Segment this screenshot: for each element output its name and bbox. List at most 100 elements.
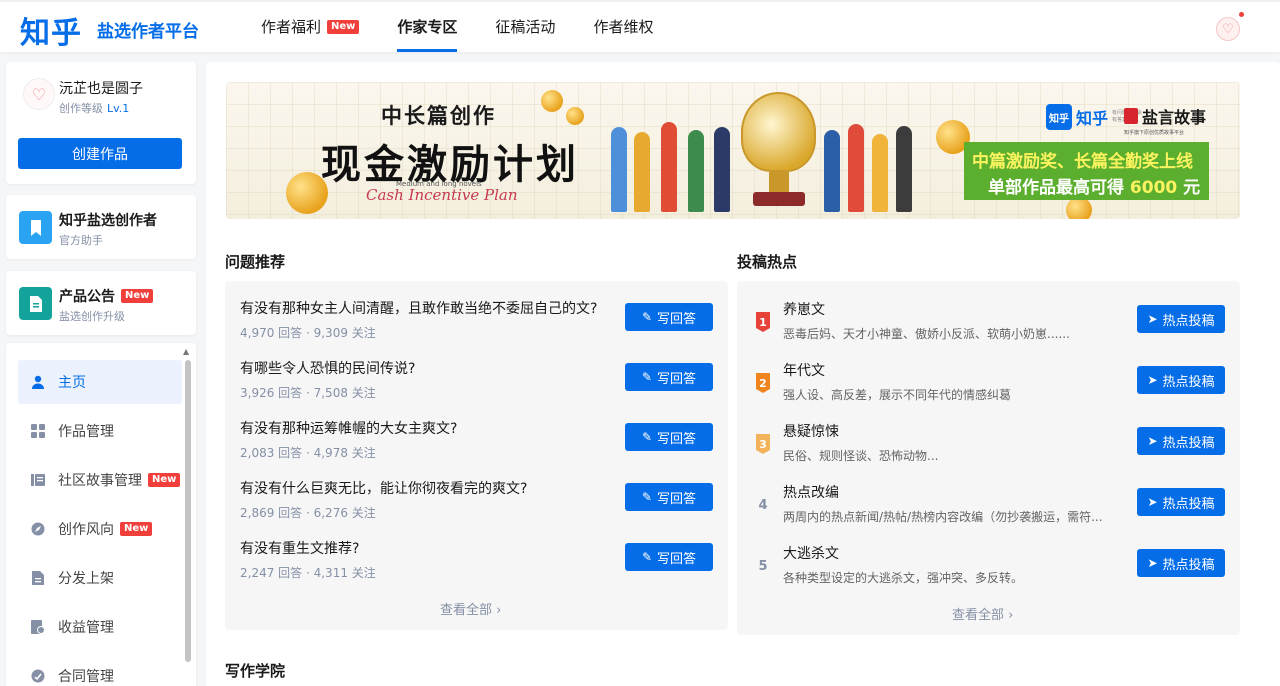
sidebar-item-distribution[interactable]: 分发上架 xyxy=(18,556,182,600)
user-avatar[interactable]: ♡ xyxy=(23,78,55,110)
question-meta: 2,869 回答 · 6,276 关注 xyxy=(240,506,376,520)
pencil-icon: ✎ xyxy=(641,370,653,384)
yanyan-logo-slogan: 知乎旗下原创优质故事平台 xyxy=(1124,130,1185,136)
write-answer-button[interactable]: ✎ 写回答 xyxy=(625,423,713,451)
hot-submit-button[interactable]: ➤ 热点投稿 xyxy=(1137,549,1225,577)
pencil-icon: ✎ xyxy=(641,430,653,444)
wallet-icon xyxy=(30,619,46,635)
sidebar-item-earnings[interactable]: 收益管理 xyxy=(18,605,182,649)
list-item[interactable]: 有没有什么巨爽无比，能让你彻夜看完的爽文? 2,869 回答 · 6,276 关… xyxy=(240,478,718,538)
hot-submit-button[interactable]: ➤ 热点投稿 xyxy=(1137,488,1225,516)
question-title[interactable]: 有没有那种运筹帷幄的大女主爽文? xyxy=(240,418,457,438)
file-icon xyxy=(30,570,46,586)
person-illustration xyxy=(714,127,730,212)
write-answer-button[interactable]: ✎ 写回答 xyxy=(625,363,713,391)
nav-writer-zone[interactable]: 作家专区 xyxy=(397,2,458,52)
sidebar-item-community-stories[interactable]: 社区故事管理 New xyxy=(18,458,182,502)
top-header: 知乎 盐选作者平台 作者福利 New 作家专区 征稿活动 作者维权 ♡ xyxy=(0,0,1280,52)
question-meta: 3,926 回答 · 7,508 关注 xyxy=(240,386,376,400)
hot-title[interactable]: 悬疑惊悚 xyxy=(783,421,839,441)
question-title[interactable]: 有没有那种女主人间清醒，且敢作敢当绝不委屈自己的文? xyxy=(240,298,597,318)
coin-decoration xyxy=(541,90,563,112)
list-item[interactable]: 有没有重生文推荐? 2,247 回答 · 4,311 关注 ✎ 写回答 xyxy=(240,538,718,598)
list-item[interactable]: 有没有那种运筹帷幄的大女主爽文? 2,083 回答 · 4,978 关注 ✎ 写回… xyxy=(240,418,718,478)
person-illustration xyxy=(824,130,840,212)
write-answer-button[interactable]: ✎ 写回答 xyxy=(625,483,713,511)
hot-desc: 恶毒后妈、天才小神童、傲娇小反派、软萌小奶崽...... xyxy=(783,327,1070,341)
write-answer-button[interactable]: ✎ 写回答 xyxy=(625,543,713,571)
list-icon xyxy=(30,472,46,488)
banner-en-script: Cash Incentive Plan xyxy=(366,186,518,204)
write-answer-button[interactable]: ✎ 写回答 xyxy=(625,303,713,331)
notification-dot xyxy=(1239,12,1244,17)
trophy-illustration xyxy=(741,92,816,212)
sidebar-item-home[interactable]: 主页 xyxy=(18,360,182,404)
announcement-title: 产品公告 New xyxy=(59,286,154,306)
assistant-card[interactable]: 知乎盐选创作者 官方助手 xyxy=(6,195,196,259)
rank-badge: 5 xyxy=(758,558,768,574)
list-item[interactable]: 有没有那种女主人间清醒，且敢作敢当绝不委屈自己的文? 4,970 回答 · 9,… xyxy=(240,298,718,358)
hot-submit-button[interactable]: ➤ 热点投稿 xyxy=(1137,305,1225,333)
menu-label: 收益管理 xyxy=(58,620,114,636)
hot-section-title: 投稿热点 xyxy=(737,253,798,271)
list-item[interactable]: 2 年代文 强人设、高反差，展示不同年代的情感纠葛 ➤ 热点投稿 xyxy=(751,360,1231,420)
list-item[interactable]: 有哪些令人恐惧的民间传说? 3,926 回答 · 7,508 关注 ✎ 写回答 xyxy=(240,358,718,418)
incentive-banner[interactable]: 中长篇创作 现金激励计划 Medium and long novels Cash… xyxy=(226,82,1240,219)
new-badge: New xyxy=(121,289,154,303)
rank-badge: 4 xyxy=(758,497,768,513)
person-illustration xyxy=(661,122,677,212)
menu-label: 主页 xyxy=(58,375,86,391)
hot-panel: 1 养崽文 恶毒后妈、天才小神童、傲娇小反派、软萌小奶崽...... ➤ 热点投稿… xyxy=(737,281,1240,635)
hot-title[interactable]: 年代文 xyxy=(783,360,825,380)
nav-submission-events[interactable]: 征稿活动 xyxy=(495,2,555,52)
announcement-subtitle: 盐选创作升级 xyxy=(59,310,125,323)
grid-icon xyxy=(30,423,46,439)
sidebar-item-works[interactable]: 作品管理 xyxy=(18,409,182,453)
main-content: 中长篇创作 现金激励计划 Medium and long novels Cash… xyxy=(206,62,1280,686)
scroll-up-arrow-icon[interactable]: ▲ xyxy=(183,347,189,356)
send-icon: ➤ xyxy=(1147,312,1158,326)
announcement-card[interactable]: 产品公告 New 盐选创作升级 xyxy=(6,271,196,335)
person-illustration xyxy=(634,132,650,212)
list-item[interactable]: 5 大逃杀文 各种类型设定的大逃杀文，强冲突、多反转。 ➤ 热点投稿 xyxy=(751,543,1231,603)
zhihu-logo-square: 知乎 xyxy=(1046,104,1072,130)
document-icon xyxy=(19,287,52,320)
person-illustration xyxy=(896,126,912,212)
rank-badge: 3 xyxy=(756,434,770,454)
contract-icon xyxy=(30,668,46,684)
create-work-button[interactable]: 创建作品 xyxy=(18,138,182,169)
pencil-icon: ✎ xyxy=(641,550,653,564)
trophy-base xyxy=(753,192,805,206)
question-title[interactable]: 有没有重生文推荐? xyxy=(240,538,359,558)
list-item[interactable]: 1 养崽文 恶毒后妈、天才小神童、傲娇小反派、软萌小奶崽...... ➤ 热点投稿 xyxy=(751,299,1231,359)
zhihu-logo[interactable]: 知乎 xyxy=(20,8,82,52)
list-item[interactable]: 4 热点改编 两周内的热点新闻/热帖/热榜内容改编（勿抄袭搬运，需符... ➤ 热… xyxy=(751,482,1231,542)
question-meta: 4,970 回答 · 9,309 关注 xyxy=(240,326,376,340)
menu-label: 合同管理 xyxy=(58,669,114,685)
yanyan-logo-text: 盐言故事 xyxy=(1124,104,1206,128)
assistant-subtitle: 官方助手 xyxy=(59,234,103,247)
nav-author-rights[interactable]: 作者维权 xyxy=(593,2,653,52)
sidebar-item-trends[interactable]: 创作风向 New xyxy=(18,507,182,551)
sidebar-scrollbar[interactable] xyxy=(185,360,191,662)
questions-see-all-link[interactable]: 查看全部 › xyxy=(440,599,501,618)
hot-title[interactable]: 养崽文 xyxy=(783,299,825,319)
sidebar-item-contracts[interactable]: 合同管理 xyxy=(18,654,182,686)
menu-label: 创作风向 xyxy=(58,522,114,538)
questions-panel: 有没有那种女主人间清醒，且敢作敢当绝不委屈自己的文? 4,970 回答 · 9,… xyxy=(225,281,728,630)
send-icon: ➤ xyxy=(1147,495,1158,509)
question-title[interactable]: 有哪些令人恐惧的民间传说? xyxy=(240,358,415,378)
question-title[interactable]: 有没有什么巨爽无比，能让你彻夜看完的爽文? xyxy=(240,478,527,498)
avatar[interactable]: ♡ xyxy=(1216,17,1240,41)
hot-title[interactable]: 热点改编 xyxy=(783,482,839,502)
platform-name[interactable]: 盐选作者平台 xyxy=(97,17,199,42)
hot-title[interactable]: 大逃杀文 xyxy=(783,543,839,563)
nav-author-benefits[interactable]: 作者福利 New xyxy=(261,2,360,52)
person-illustration xyxy=(872,134,888,212)
question-meta: 2,083 回答 · 4,978 关注 xyxy=(240,446,376,460)
new-badge: New xyxy=(148,473,181,487)
hot-submit-button[interactable]: ➤ 热点投稿 xyxy=(1137,427,1225,455)
hot-submit-button[interactable]: ➤ 热点投稿 xyxy=(1137,366,1225,394)
hot-see-all-link[interactable]: 查看全部 › xyxy=(952,604,1013,623)
list-item[interactable]: 3 悬疑惊悚 民俗、规则怪谈、恐怖动物... ➤ 热点投稿 xyxy=(751,421,1231,481)
